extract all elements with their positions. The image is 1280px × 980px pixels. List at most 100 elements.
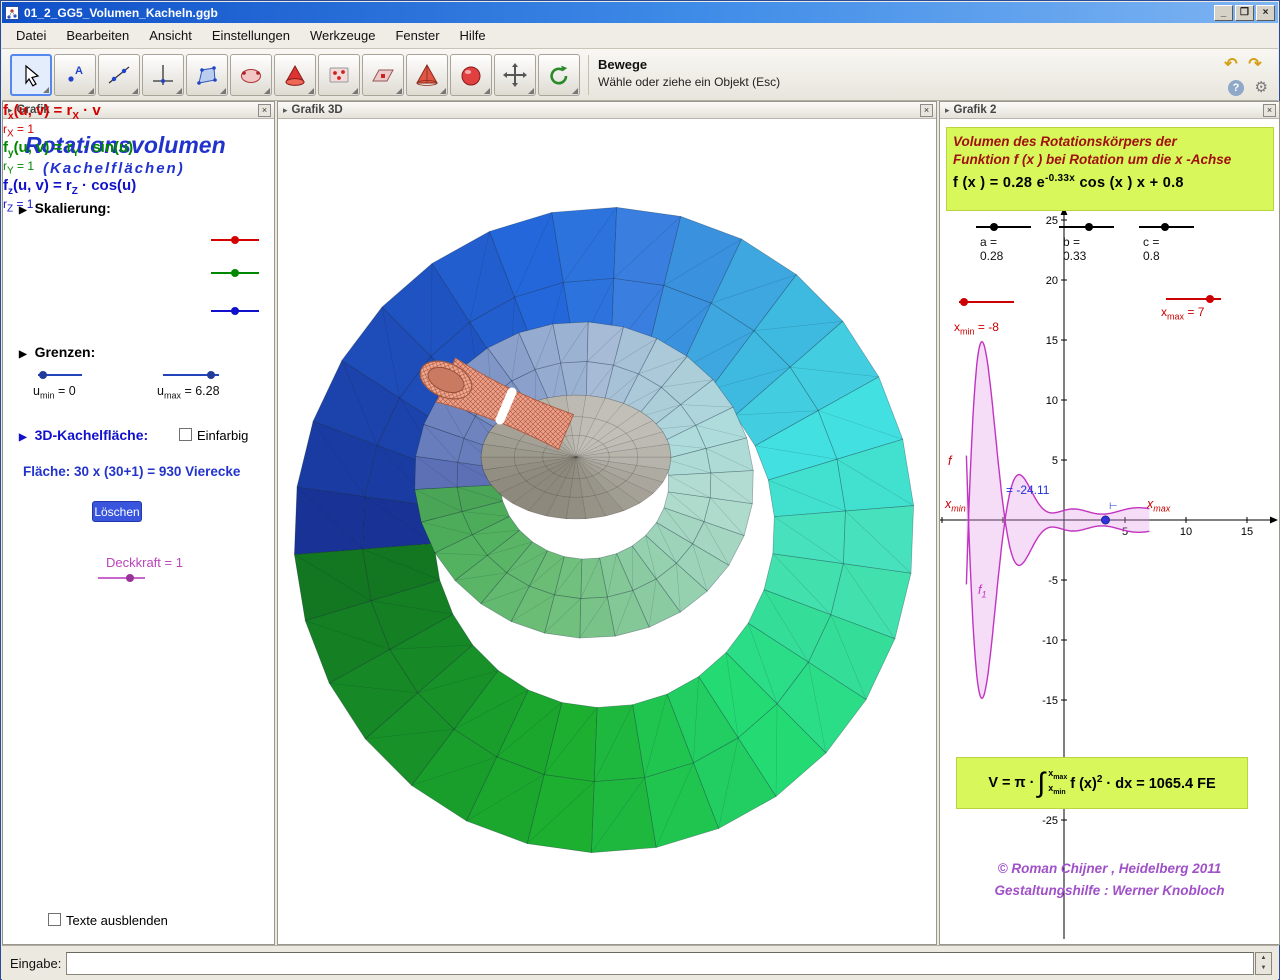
perpendicular-line-icon xyxy=(150,62,176,88)
marked-point[interactable] xyxy=(1101,516,1109,524)
y-tick-label: -25 xyxy=(1042,815,1058,827)
slider-handle[interactable] xyxy=(231,236,239,244)
graphics-2-panel-header: ▸ Grafik 2 × xyxy=(940,102,1279,119)
deckkraft-slider-handle[interactable] xyxy=(126,574,134,582)
param-slider-label: b = 0.33 xyxy=(1063,235,1086,263)
menu-fenster[interactable]: Fenster xyxy=(385,24,449,47)
plane-three-points-icon xyxy=(326,62,352,88)
point-tool-button[interactable]: A xyxy=(54,54,96,96)
app-window: 01_2_GG5_Volumen_Kacheln.ggb _ ❐ × Datei… xyxy=(0,0,1280,980)
menu-datei[interactable]: Datei xyxy=(6,24,56,47)
rotate-view-tool-button[interactable] xyxy=(538,54,580,96)
graphics-3d-panel: ▸ Grafik 3D × xyxy=(277,101,937,945)
x-tick-label: 10 xyxy=(1180,526,1192,538)
texte-ausblenden-checkbox[interactable] xyxy=(48,913,61,926)
menu-ansicht[interactable]: Ansicht xyxy=(139,24,202,47)
plane-points-tool-button[interactable] xyxy=(318,54,360,96)
integral-bounds: xmax xmin xyxy=(1048,768,1067,798)
einfarbig-checkbox[interactable] xyxy=(179,428,192,441)
umin-slider-handle[interactable] xyxy=(39,371,47,379)
info-line-1: Volumen des Rotationskörpers der xyxy=(953,133,1267,151)
spin-down-icon[interactable]: ▼ xyxy=(1256,963,1271,973)
volume-pre: V = π · xyxy=(988,775,1034,791)
menu-bearbeiten[interactable]: Bearbeiten xyxy=(56,24,139,47)
slider-handle[interactable] xyxy=(1161,223,1169,231)
collapse-icon[interactable]: ▸ xyxy=(945,105,950,116)
close-panel-icon[interactable]: × xyxy=(920,104,933,117)
spin-up-icon[interactable]: ▲ xyxy=(1256,953,1271,963)
x-axis-arrow xyxy=(1270,517,1278,524)
collapse-icon[interactable]: ▸ xyxy=(283,105,288,116)
y-tick-label: -5 xyxy=(1048,575,1058,587)
move-view-tool-button[interactable] xyxy=(494,54,536,96)
info-box: Volumen des Rotationskörpers der Funktio… xyxy=(946,127,1274,211)
graphics-3d-panel-header: ▸ Grafik 3D × xyxy=(278,102,936,119)
pyramid-tool-button[interactable] xyxy=(406,54,448,96)
param-slider[interactable] xyxy=(1059,226,1114,228)
radius-slider[interactable] xyxy=(211,272,259,274)
menu-einstellungen[interactable]: Einstellungen xyxy=(202,24,300,47)
redo-button[interactable]: ↷ xyxy=(1244,55,1266,75)
intersect-tool-button[interactable] xyxy=(274,54,316,96)
close-panel-icon[interactable]: × xyxy=(1263,104,1276,117)
undo-button[interactable]: ↶ xyxy=(1220,55,1242,75)
toolbar: A xyxy=(2,49,1278,101)
f-curve-label: f xyxy=(948,454,951,468)
line-tool-button[interactable] xyxy=(98,54,140,96)
param-slider[interactable] xyxy=(1139,226,1194,228)
triangle-bullet-icon: ▶ xyxy=(19,432,27,443)
rotation-surface-3d-view[interactable] xyxy=(278,119,936,944)
close-panel-icon[interactable]: × xyxy=(258,104,271,117)
ellipse-tool-button[interactable] xyxy=(230,54,272,96)
move-tool-button[interactable] xyxy=(10,54,52,96)
active-tool-name: Bewege xyxy=(598,57,647,72)
xmin-graph-label: xmin xyxy=(945,497,966,514)
polygon-tool-button[interactable] xyxy=(186,54,228,96)
xmax-graph-label: xmax xyxy=(1147,497,1170,514)
deckkraft-slider[interactable] xyxy=(98,577,145,579)
menubar: DateiBearbeitenAnsichtEinstellungenWerkz… xyxy=(2,23,1278,49)
menu-hilfe[interactable]: Hilfe xyxy=(450,24,496,47)
section-kachelflaeche: ▶ 3D-Kachelfläche: xyxy=(19,427,148,443)
xmax-slider[interactable] xyxy=(1166,298,1221,300)
maximize-button[interactable]: ❐ xyxy=(1235,5,1254,21)
toolbar-separator xyxy=(588,55,589,95)
xmax-slider-handle[interactable] xyxy=(1206,295,1214,303)
umax-slider-handle[interactable] xyxy=(207,371,215,379)
umax-slider[interactable] xyxy=(163,374,219,376)
volume-result: f (x)2 · dx = 1065.4 FE xyxy=(1070,774,1215,792)
texte-ausblenden-label: Texte ausblenden xyxy=(66,913,168,928)
panel-title: Grafik 2 xyxy=(954,104,1263,116)
slider-handle[interactable] xyxy=(1085,223,1093,231)
y-tick-label: -15 xyxy=(1042,695,1058,707)
param-slider[interactable] xyxy=(976,226,1031,228)
algebra-input[interactable] xyxy=(66,952,1254,975)
radius-slider[interactable] xyxy=(211,310,259,312)
function-graph-plot[interactable]: 51015252015105-5-10-15-25 xyxy=(940,207,1279,946)
slider-handle[interactable] xyxy=(231,307,239,315)
flaeche-text: Fläche: 30 x (30+1) = 930 Vierecke xyxy=(23,464,240,479)
umin-slider[interactable] xyxy=(38,374,82,376)
xmin-slider[interactable] xyxy=(959,301,1014,303)
slider-handle[interactable] xyxy=(231,269,239,277)
plane-tool-button[interactable] xyxy=(362,54,404,96)
loeschen-button[interactable]: Löschen xyxy=(92,501,142,522)
panel-title: Grafik 3D xyxy=(292,104,920,116)
surface-formula: fz(u, v) = rZ · cos(u) xyxy=(3,177,136,197)
menu-werkzeuge[interactable]: Werkzeuge xyxy=(300,24,386,47)
minimize-button[interactable]: _ xyxy=(1214,5,1233,21)
slider-handle[interactable] xyxy=(990,223,998,231)
radius-slider[interactable] xyxy=(211,239,259,241)
move-graphics-view-icon xyxy=(502,62,528,88)
close-button[interactable]: × xyxy=(1256,5,1275,21)
integral-lower: xmin xyxy=(1048,783,1067,798)
help-icon[interactable]: ? xyxy=(1228,80,1244,96)
settings-gear-icon[interactable]: ⚙ xyxy=(1255,78,1268,96)
y-tick-label: 20 xyxy=(1046,275,1058,287)
sphere-tool-button[interactable] xyxy=(450,54,492,96)
titlebar: 01_2_GG5_Volumen_Kacheln.ggb _ ❐ × xyxy=(2,2,1278,23)
perpendicular-tool-button[interactable] xyxy=(142,54,184,96)
xmin-slider-handle[interactable] xyxy=(960,298,968,306)
intersect-surfaces-icon xyxy=(282,62,308,88)
y-tick-label: 10 xyxy=(1046,395,1058,407)
